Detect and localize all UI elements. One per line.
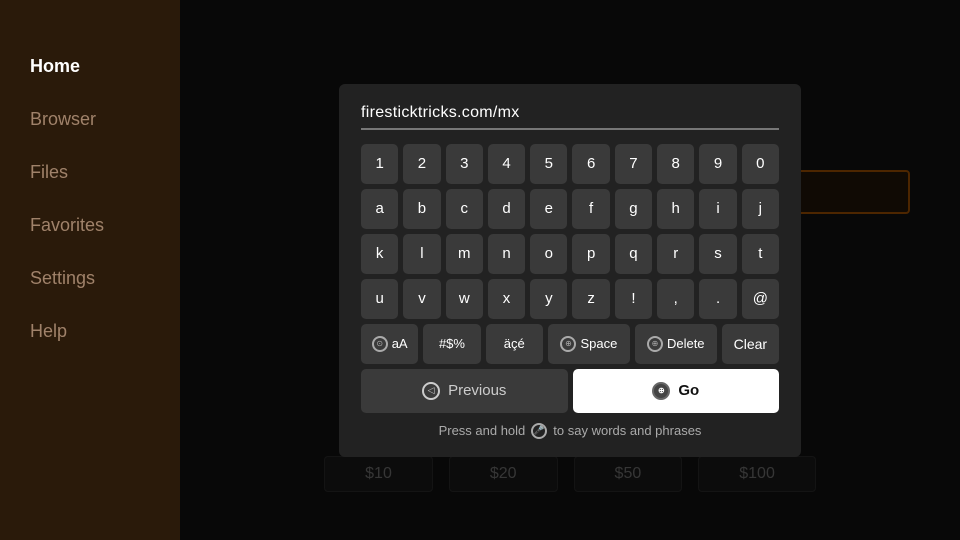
sidebar-item-browser[interactable]: Browser	[0, 93, 180, 146]
key-o[interactable]: o	[530, 234, 567, 274]
url-text: firesticktricks.com/mx	[361, 104, 520, 121]
key-x[interactable]: x	[488, 279, 525, 319]
key-u[interactable]: u	[361, 279, 398, 319]
key-space[interactable]: ⊕ Space	[548, 324, 630, 364]
key-n[interactable]: n	[488, 234, 525, 274]
key-v[interactable]: v	[403, 279, 440, 319]
previous-icon: ◁	[422, 382, 440, 400]
key-m[interactable]: m	[446, 234, 483, 274]
bottom-buttons: ◁ Previous ⊕ Go	[361, 369, 779, 413]
key-8[interactable]: 8	[657, 144, 694, 184]
sidebar-item-favorites[interactable]: Favorites	[0, 199, 180, 252]
key-l[interactable]: l	[403, 234, 440, 274]
key-d[interactable]: d	[488, 189, 525, 229]
key-clear[interactable]: Clear	[722, 324, 779, 364]
dialog-overlay: firesticktricks.com/mx 1 2 3 4 5 6 7 8 9…	[180, 0, 960, 540]
voice-hint-text2: to say words and phrases	[553, 423, 701, 438]
key-z[interactable]: z	[572, 279, 609, 319]
sidebar-item-help[interactable]: Help	[0, 305, 180, 358]
key-3[interactable]: 3	[446, 144, 483, 184]
key-k[interactable]: k	[361, 234, 398, 274]
key-exclaim[interactable]: !	[615, 279, 652, 319]
sidebar: Home Browser Files Favorites Settings He…	[0, 0, 180, 540]
key-a[interactable]: a	[361, 189, 398, 229]
sidebar-item-files[interactable]: Files	[0, 146, 180, 199]
key-h[interactable]: h	[657, 189, 694, 229]
alpha-row-1: a b c d e f g h i j	[361, 189, 779, 229]
key-case-toggle[interactable]: ⊙ aA	[361, 324, 418, 364]
url-input-area[interactable]: firesticktricks.com/mx	[361, 104, 779, 130]
key-comma[interactable]: ,	[657, 279, 694, 319]
key-f[interactable]: f	[572, 189, 609, 229]
key-2[interactable]: 2	[403, 144, 440, 184]
sidebar-item-home[interactable]: Home	[0, 40, 180, 93]
alpha-row-3: u v w x y z ! , . @	[361, 279, 779, 319]
voice-hint-text: Press and hold	[439, 423, 526, 438]
alpha-row-2: k l m n o p q r s t	[361, 234, 779, 274]
key-w[interactable]: w	[446, 279, 483, 319]
go-icon: ⊕	[652, 382, 670, 400]
key-at[interactable]: @	[742, 279, 779, 319]
keyboard: 1 2 3 4 5 6 7 8 9 0 a b c d e	[361, 144, 779, 364]
key-p[interactable]: p	[572, 234, 609, 274]
key-g[interactable]: g	[615, 189, 652, 229]
key-i[interactable]: i	[699, 189, 736, 229]
key-delete[interactable]: ⊕ Delete	[635, 324, 717, 364]
key-9[interactable]: 9	[699, 144, 736, 184]
key-y[interactable]: y	[530, 279, 567, 319]
key-t[interactable]: t	[742, 234, 779, 274]
voice-icon: 🎤	[531, 423, 547, 439]
previous-button[interactable]: ◁ Previous	[361, 369, 568, 413]
go-button[interactable]: ⊕ Go	[573, 369, 780, 413]
number-row: 1 2 3 4 5 6 7 8 9 0	[361, 144, 779, 184]
key-0[interactable]: 0	[742, 144, 779, 184]
key-b[interactable]: b	[403, 189, 440, 229]
key-e[interactable]: e	[530, 189, 567, 229]
key-5[interactable]: 5	[530, 144, 567, 184]
key-s[interactable]: s	[699, 234, 736, 274]
special-row: ⊙ aA #$% äçé ⊕ Space	[361, 324, 779, 364]
key-r[interactable]: r	[657, 234, 694, 274]
keyboard-dialog: firesticktricks.com/mx 1 2 3 4 5 6 7 8 9…	[339, 84, 801, 457]
key-j[interactable]: j	[742, 189, 779, 229]
key-4[interactable]: 4	[488, 144, 525, 184]
voice-hint: Press and hold 🎤 to say words and phrase…	[361, 423, 779, 439]
key-7[interactable]: 7	[615, 144, 652, 184]
key-q[interactable]: q	[615, 234, 652, 274]
main-content: $10 $20 $50 $100 se donation buttons: fi…	[180, 0, 960, 540]
key-accents[interactable]: äçé	[486, 324, 543, 364]
sidebar-item-settings[interactable]: Settings	[0, 252, 180, 305]
key-period[interactable]: .	[699, 279, 736, 319]
key-6[interactable]: 6	[572, 144, 609, 184]
key-1[interactable]: 1	[361, 144, 398, 184]
key-symbols[interactable]: #$%	[423, 324, 480, 364]
key-c[interactable]: c	[446, 189, 483, 229]
